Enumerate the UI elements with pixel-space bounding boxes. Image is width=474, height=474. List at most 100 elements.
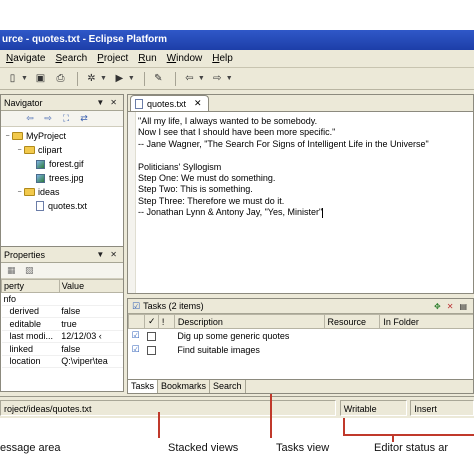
property-row[interactable]: location Q:\viper\tea bbox=[1, 355, 123, 368]
menu-project[interactable]: Project bbox=[97, 53, 128, 64]
column-header[interactable]: Description bbox=[173, 314, 325, 329]
tree-item[interactable]: quotes.txt bbox=[1, 199, 123, 213]
print-icon[interactable]: ⎙ bbox=[52, 71, 69, 87]
property-row[interactable]: linked false bbox=[1, 342, 123, 356]
column-header[interactable] bbox=[128, 314, 145, 329]
status-bar: roject/ideas/quotes.txt Writable Insert bbox=[0, 396, 474, 418]
property-row[interactable]: nfo bbox=[1, 292, 123, 306]
annotation-message-area: essage area bbox=[0, 442, 61, 454]
task-check-cell bbox=[144, 343, 158, 357]
editor-line-text: Step One: We must do something. bbox=[138, 172, 276, 183]
view-menu-icon[interactable]: ▼ bbox=[96, 98, 104, 107]
tasks-header-row: ✓! Description Resource In Folder bbox=[128, 314, 473, 329]
column-header[interactable]: perty bbox=[1, 279, 60, 293]
view-tab-tasks[interactable]: Tasks bbox=[128, 379, 159, 393]
view-menu-icon[interactable]: ▼ bbox=[96, 250, 104, 259]
editor-line: Step Three: Therefore we must do it. bbox=[138, 196, 473, 207]
tree-item-label: forest.gif bbox=[49, 159, 84, 169]
link-icon[interactable]: ⇄ bbox=[77, 113, 91, 124]
close-icon[interactable]: ✕ bbox=[110, 250, 117, 259]
chevron-down-icon[interactable]: ▼ bbox=[226, 75, 233, 82]
chevron-down-icon[interactable]: ▼ bbox=[21, 75, 28, 82]
tree-item[interactable]: − clipart bbox=[1, 143, 123, 157]
property-row[interactable]: last modi... 12/12/03 ‹ bbox=[1, 330, 123, 343]
chevron-down-icon[interactable]: ▼ bbox=[128, 75, 135, 82]
view-tab-search[interactable]: Search bbox=[210, 379, 246, 393]
close-icon[interactable]: ✕ bbox=[110, 98, 117, 107]
tree-item[interactable]: trees.jpg bbox=[1, 171, 123, 185]
menu-help[interactable]: Help bbox=[212, 53, 233, 64]
task-completed-checkbox[interactable] bbox=[147, 331, 157, 341]
column-header[interactable]: ✓ bbox=[143, 314, 159, 329]
window-title-bar: urce - quotes.txt - Eclipse Platform bbox=[0, 30, 474, 50]
menu-window[interactable]: Window bbox=[167, 53, 203, 64]
editor-text-area[interactable]: "All my life, I always wanted to be some… bbox=[128, 112, 473, 293]
editor-line: Step One: We must do something. bbox=[138, 173, 473, 184]
editor-tab-quotes[interactable]: quotes.txt ✕ bbox=[130, 95, 209, 111]
forward-icon[interactable]: ⇨ bbox=[41, 113, 55, 124]
property-value: false bbox=[59, 305, 123, 318]
chevron-down-icon[interactable]: ▼ bbox=[100, 75, 107, 82]
run-icon[interactable]: ▶ bbox=[111, 71, 128, 87]
editor-status-marker-line bbox=[343, 434, 474, 436]
menu-run[interactable]: Run bbox=[138, 53, 156, 64]
tree-item-label: trees.jpg bbox=[49, 173, 84, 183]
menu-label-rest: indow bbox=[176, 53, 203, 64]
menu-label-rest: earch bbox=[62, 53, 88, 64]
go-into-icon[interactable]: ⛶ bbox=[59, 113, 73, 124]
editor-line-text: Step Three: Therefore we must do it. bbox=[138, 195, 285, 206]
text-caret bbox=[322, 207, 324, 218]
tree-item[interactable]: forest.gif bbox=[1, 157, 123, 171]
collapse-icon[interactable]: − bbox=[15, 147, 24, 154]
task-row[interactable]: ☑ Dig up some generic quotes bbox=[129, 329, 474, 343]
tree-item-label: clipart bbox=[38, 145, 63, 155]
task-type-cell: ☑ bbox=[129, 329, 145, 343]
property-value: Q:\viper\tea bbox=[59, 355, 123, 368]
editor-tab-strip: quotes.txt ✕ bbox=[128, 95, 473, 112]
menu-mnemonic: R bbox=[138, 53, 146, 64]
pin-icon[interactable]: ✎ bbox=[150, 71, 167, 87]
save-icon[interactable]: ▣ bbox=[32, 71, 49, 87]
editor-line: -- Jane Wagner, "The Search For Signs of… bbox=[138, 139, 473, 150]
annotation-editor-status: Editor status ar bbox=[374, 442, 448, 454]
column-header[interactable]: In Folder bbox=[379, 314, 473, 329]
column-header[interactable]: Resource bbox=[323, 314, 381, 329]
tree-item[interactable]: − ideas bbox=[1, 185, 123, 199]
tree-item-label: ideas bbox=[38, 187, 60, 197]
column-header[interactable]: ! bbox=[157, 314, 175, 329]
back-icon[interactable]: ⇦ bbox=[181, 71, 198, 87]
menu-navigate[interactable]: Navigate bbox=[6, 53, 45, 64]
task-row[interactable]: ☑ Find suitable images bbox=[129, 343, 474, 357]
tasks-view: ☑ Tasks (2 items) ✥ ✕ ▤ ✓! Description Res… bbox=[127, 298, 474, 394]
collapse-icon[interactable]: − bbox=[15, 189, 24, 196]
delete-icon[interactable]: ✕ bbox=[447, 302, 454, 311]
filter-icon[interactable]: ▤ bbox=[459, 302, 467, 311]
column-header[interactable]: Value bbox=[58, 279, 123, 293]
menu-search[interactable]: Search bbox=[55, 53, 87, 64]
close-icon[interactable]: ✕ bbox=[194, 98, 202, 109]
categories-icon[interactable]: ▦ bbox=[7, 265, 21, 276]
tree-item[interactable]: − MyProject bbox=[1, 129, 123, 143]
property-row[interactable]: derived false bbox=[1, 305, 123, 318]
task-icon: ☑ bbox=[131, 344, 140, 354]
toolbar-separator bbox=[76, 71, 78, 86]
task-completed-checkbox[interactable] bbox=[147, 345, 157, 355]
workbench: Navigator ▼ ✕ ⇦ ⇨ ⛶ ⇄ − MyProject − clipart… bbox=[0, 90, 474, 396]
task-priority-cell bbox=[158, 343, 174, 357]
properties-header: Properties ▼ ✕ bbox=[1, 247, 123, 263]
tasks-header: ☑ Tasks (2 items) ✥ ✕ ▤ bbox=[128, 299, 473, 314]
annotation-stacked-views: Stacked views bbox=[168, 442, 239, 454]
property-row[interactable]: editable true bbox=[1, 317, 123, 331]
forward-icon[interactable]: ⇨ bbox=[209, 71, 226, 87]
filter-icon[interactable]: ▧ bbox=[25, 265, 39, 276]
add-task-icon[interactable]: ✥ bbox=[434, 302, 441, 311]
chevron-down-icon[interactable]: ▼ bbox=[198, 75, 205, 82]
debug-icon[interactable]: ✲ bbox=[83, 71, 100, 87]
tree-item-label: quotes.txt bbox=[48, 201, 88, 211]
property-value: 12/12/03 ‹ bbox=[59, 330, 123, 343]
new-icon[interactable]: ▯ bbox=[4, 71, 21, 87]
collapse-icon[interactable]: − bbox=[3, 133, 12, 140]
back-icon[interactable]: ⇦ bbox=[23, 113, 37, 124]
view-tab-bookmarks[interactable]: Bookmarks bbox=[158, 379, 211, 393]
tree-item-label: MyProject bbox=[26, 131, 67, 141]
